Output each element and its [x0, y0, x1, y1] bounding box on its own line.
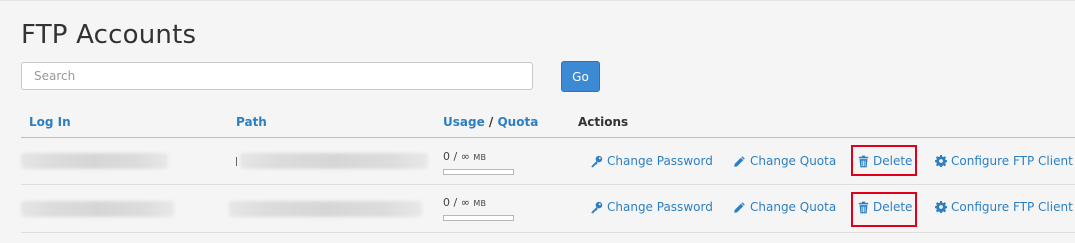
row-divider — [21, 184, 1075, 185]
usage-value: 0 / ∞ MB — [443, 150, 487, 163]
table-header-divider — [21, 137, 1075, 138]
column-header-usage-quota: Usage / Quota — [443, 115, 538, 129]
path-value-redacted — [240, 153, 428, 169]
delete-link[interactable]: Delete — [858, 154, 912, 168]
search-input[interactable] — [21, 62, 533, 90]
change-quota-link[interactable]: Change Quota — [733, 200, 836, 214]
column-header-login[interactable]: Log In — [29, 115, 71, 129]
gear-icon — [935, 155, 947, 167]
configure-ftp-client-link[interactable]: Configure FTP Client — [935, 154, 1073, 168]
column-header-path[interactable]: Path — [236, 115, 267, 129]
column-header-actions: Actions — [578, 115, 629, 129]
delete-label: Delete — [873, 200, 913, 214]
change-quota-label: Change Quota — [750, 154, 837, 168]
column-header-usage[interactable]: Usage — [443, 115, 485, 129]
column-header-separator: / — [488, 115, 494, 129]
page-title: FTP Accounts — [21, 20, 197, 50]
login-value-redacted — [21, 153, 168, 169]
path-text-fragment — [236, 157, 237, 166]
key-icon — [591, 201, 603, 213]
usage-bar — [443, 169, 514, 175]
change-quota-label: Change Quota — [750, 200, 837, 214]
trash-icon — [858, 155, 869, 167]
pencil-icon — [734, 155, 745, 167]
key-icon — [591, 155, 603, 167]
row-divider — [21, 232, 1075, 233]
pencil-icon — [734, 201, 745, 213]
gear-icon — [935, 201, 947, 213]
change-password-link[interactable]: Change Password — [590, 200, 713, 214]
delete-label: Delete — [873, 154, 913, 168]
usage-bar — [443, 215, 514, 221]
column-header-quota[interactable]: Quota — [497, 115, 538, 129]
change-quota-link[interactable]: Change Quota — [733, 154, 836, 168]
login-value-redacted — [21, 201, 174, 217]
configure-ftp-client-label: Configure FTP Client — [951, 200, 1073, 214]
delete-link[interactable]: Delete — [858, 200, 912, 214]
top-divider — [0, 0, 1075, 1]
change-password-link[interactable]: Change Password — [590, 154, 713, 168]
change-password-label: Change Password — [607, 200, 713, 214]
usage-value: 0 / ∞ MB — [443, 196, 487, 209]
configure-ftp-client-label: Configure FTP Client — [951, 154, 1073, 168]
trash-icon — [858, 201, 869, 213]
path-value-redacted — [229, 201, 422, 217]
go-button[interactable]: Go — [561, 61, 600, 92]
configure-ftp-client-link[interactable]: Configure FTP Client — [935, 200, 1073, 214]
change-password-label: Change Password — [607, 154, 713, 168]
